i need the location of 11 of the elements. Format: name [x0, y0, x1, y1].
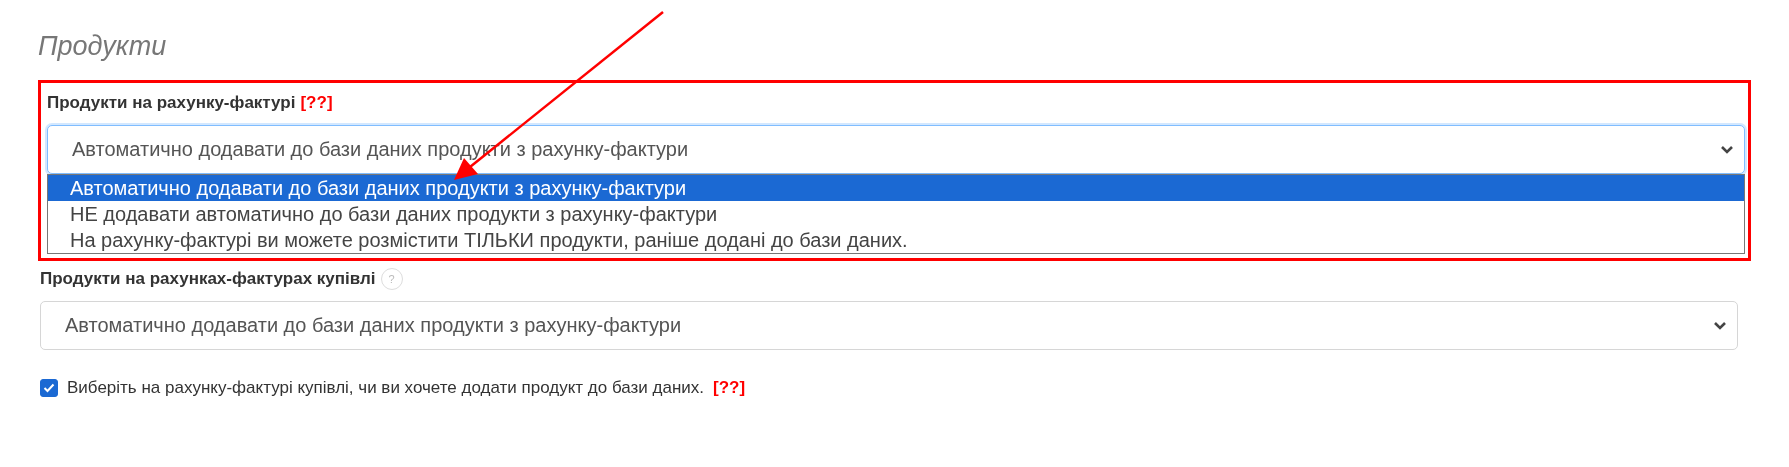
hint-link[interactable]: [??]: [300, 93, 333, 114]
field-label: Продукти на рахунках-фактурах купівлі: [40, 269, 376, 290]
chevron-down-icon: [1713, 320, 1727, 331]
checkbox[interactable]: [40, 379, 58, 398]
checkbox-label: Виберіть на рахунку-фактурі купівлі, чи ви хочете додати продукт до бази даних.: [67, 378, 705, 399]
hint-link[interactable]: [??]: [713, 378, 746, 399]
field-label: Продукти на рахунку-фактурі: [47, 93, 296, 114]
dropdown-option[interactable]: Автоматично додавати до бази даних продукти з рахунку-фактури: [48, 175, 1744, 202]
select-field[interactable]: Автоматично додавати до бази даних продукти з рахунку-фактури: [40, 301, 1738, 351]
section-heading: Продукти: [38, 30, 168, 63]
chevron-down-icon: [1720, 144, 1734, 155]
